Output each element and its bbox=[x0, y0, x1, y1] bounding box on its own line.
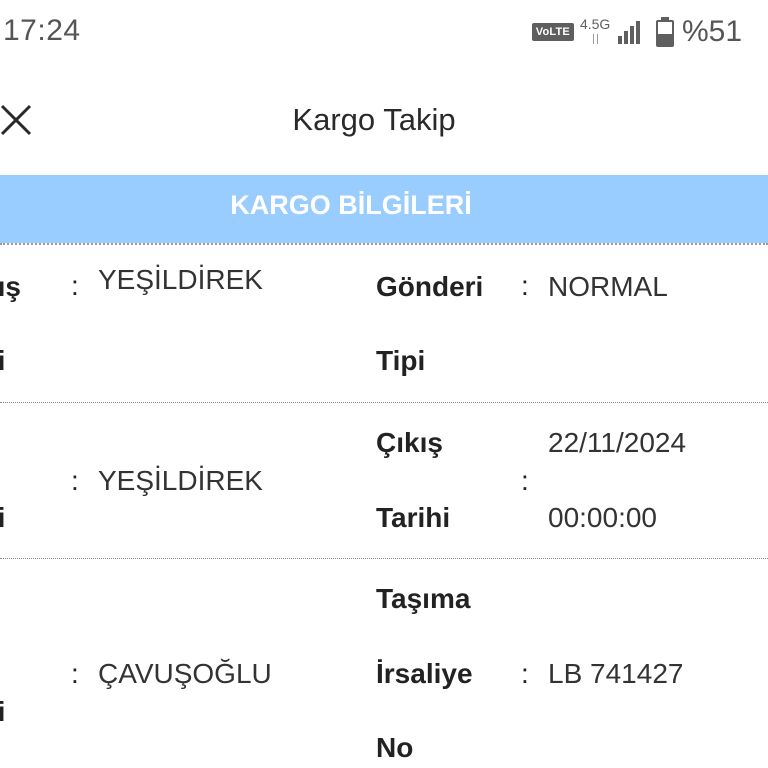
row2-right-label-line1: Çıkış bbox=[376, 427, 443, 458]
row3-right-label-line2: İrsaliye bbox=[376, 658, 473, 689]
status-icons: VoLTE 4.5G %51 bbox=[531, 14, 742, 50]
row1-right-label-line1: Gönderi bbox=[376, 271, 484, 302]
row1-right-value: NORMAL bbox=[548, 271, 668, 302]
row2-left-value: YEŞİLDİREK bbox=[98, 465, 263, 496]
row2-right-value-line2: 00:00:00 bbox=[548, 502, 657, 533]
row3-right-label-line1: Taşıma bbox=[376, 583, 471, 614]
battery-percent: %51 bbox=[681, 15, 742, 48]
row2-right-value-line1: 22/11/2024 bbox=[548, 427, 687, 458]
row1-left-colon: : bbox=[71, 270, 79, 301]
page-title: Kargo Takip bbox=[292, 102, 456, 137]
row3-right-value: LB 741427 bbox=[548, 658, 684, 689]
row1-right-label-line2: Tipi bbox=[376, 345, 426, 376]
row3-right-colon: : bbox=[521, 658, 529, 689]
section-banner: KARGO BİLGİLERİ bbox=[0, 175, 768, 243]
row1-left-label-line1: kış bbox=[0, 271, 21, 302]
status-time: 17:24 bbox=[3, 14, 81, 47]
banner-divider bbox=[0, 243, 768, 245]
row2-right-colon: : bbox=[521, 465, 529, 496]
row2-left-colon: : bbox=[71, 465, 79, 496]
data-arrows-icon bbox=[592, 34, 600, 44]
row3-left-value: ÇAVUŞOĞLU bbox=[98, 658, 272, 689]
row1-left-label-line2: si bbox=[0, 345, 6, 376]
row-divider bbox=[0, 402, 768, 403]
row3-right-label-line3: No bbox=[376, 732, 414, 763]
status-bar: 17:24 VoLTE 4.5G %51 bbox=[0, 0, 768, 68]
signal-icon bbox=[617, 20, 642, 44]
row3-left-label-line1: si bbox=[0, 696, 6, 727]
row2-left-label-line1: si bbox=[0, 502, 6, 533]
row-divider bbox=[0, 558, 768, 559]
volte-icon: VoLTE bbox=[531, 23, 574, 41]
battery-icon bbox=[655, 17, 674, 47]
battery-fill bbox=[657, 34, 672, 45]
row3-left-colon: : bbox=[71, 658, 79, 689]
row1-left-value: YEŞİLDİREK bbox=[98, 264, 263, 295]
network-4g-icon: 4.5G bbox=[579, 16, 614, 47]
page: 17:24 VoLTE 4.5G %51 Kargo Takip KARGO B… bbox=[0, 0, 768, 768]
app-header: Kargo Takip bbox=[0, 80, 768, 162]
network-type-label: 4.5G bbox=[579, 16, 611, 32]
row2-right-label-line2: Tarihi bbox=[376, 502, 451, 533]
row1-right-colon: : bbox=[521, 270, 529, 301]
